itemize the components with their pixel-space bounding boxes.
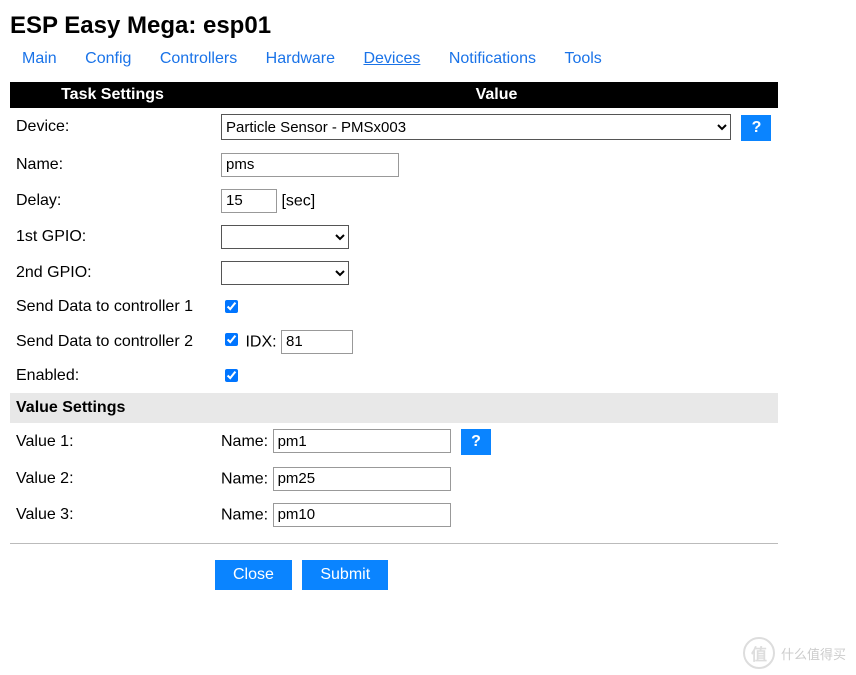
enabled-checkbox[interactable] [225, 369, 238, 382]
label-send2: Send Data to controller 2 [10, 324, 215, 360]
label-name: Name: [10, 147, 215, 183]
gpio2-select[interactable] [221, 261, 349, 285]
nav-controllers[interactable]: Controllers [160, 50, 237, 67]
device-help-button[interactable]: ? [741, 115, 771, 141]
nav-main[interactable]: Main [22, 50, 57, 67]
value1-name-input[interactable] [273, 429, 451, 453]
gpio1-select[interactable] [221, 225, 349, 249]
nav-notifications[interactable]: Notifications [449, 50, 536, 67]
watermark-icon: 值 [743, 637, 775, 669]
delay-unit: [sec] [281, 192, 315, 209]
value2-name-input[interactable] [273, 467, 451, 491]
label-delay: Delay: [10, 183, 215, 219]
main-nav: Main Config Controllers Hardware Devices… [10, 50, 846, 68]
label-send1: Send Data to controller 1 [10, 291, 215, 324]
name-input[interactable] [221, 153, 399, 177]
nav-hardware[interactable]: Hardware [266, 50, 335, 67]
send2-checkbox[interactable] [225, 333, 238, 346]
nav-tools[interactable]: Tools [564, 50, 601, 67]
send1-checkbox[interactable] [225, 300, 238, 313]
idx-input[interactable] [281, 330, 353, 354]
device-select[interactable]: Particle Sensor - PMSx003 [221, 114, 731, 140]
button-row: Close Submit [215, 560, 846, 590]
nav-config[interactable]: Config [85, 50, 131, 67]
submit-button[interactable]: Submit [302, 560, 388, 590]
nav-devices[interactable]: Devices [363, 50, 420, 67]
label-value3-name: Name: [221, 506, 268, 523]
label-value1-name: Name: [221, 433, 268, 450]
delay-input[interactable] [221, 189, 277, 213]
watermark-text: 什么值得买 [781, 644, 846, 663]
label-value1: Value 1: [10, 423, 215, 461]
label-idx: IDX: [245, 333, 276, 350]
label-gpio1: 1st GPIO: [10, 219, 215, 255]
close-button[interactable]: Close [215, 560, 292, 590]
page-title: ESP Easy Mega: esp01 [10, 12, 846, 40]
label-device: Device: [10, 108, 215, 147]
separator [10, 543, 778, 544]
col-task-settings: Task Settings [10, 82, 215, 108]
label-value2-name: Name: [221, 470, 268, 487]
label-value2: Value 2: [10, 461, 215, 497]
watermark: 值 什么值得买 [743, 637, 846, 669]
value3-name-input[interactable] [273, 503, 451, 527]
task-settings-table: Task Settings Value Device: Particle Sen… [10, 82, 778, 533]
value-settings-header: Value Settings [10, 393, 778, 423]
label-value3: Value 3: [10, 497, 215, 533]
value-help-button[interactable]: ? [461, 429, 491, 455]
col-value: Value [215, 82, 778, 108]
label-gpio2: 2nd GPIO: [10, 255, 215, 291]
label-enabled: Enabled: [10, 360, 215, 393]
